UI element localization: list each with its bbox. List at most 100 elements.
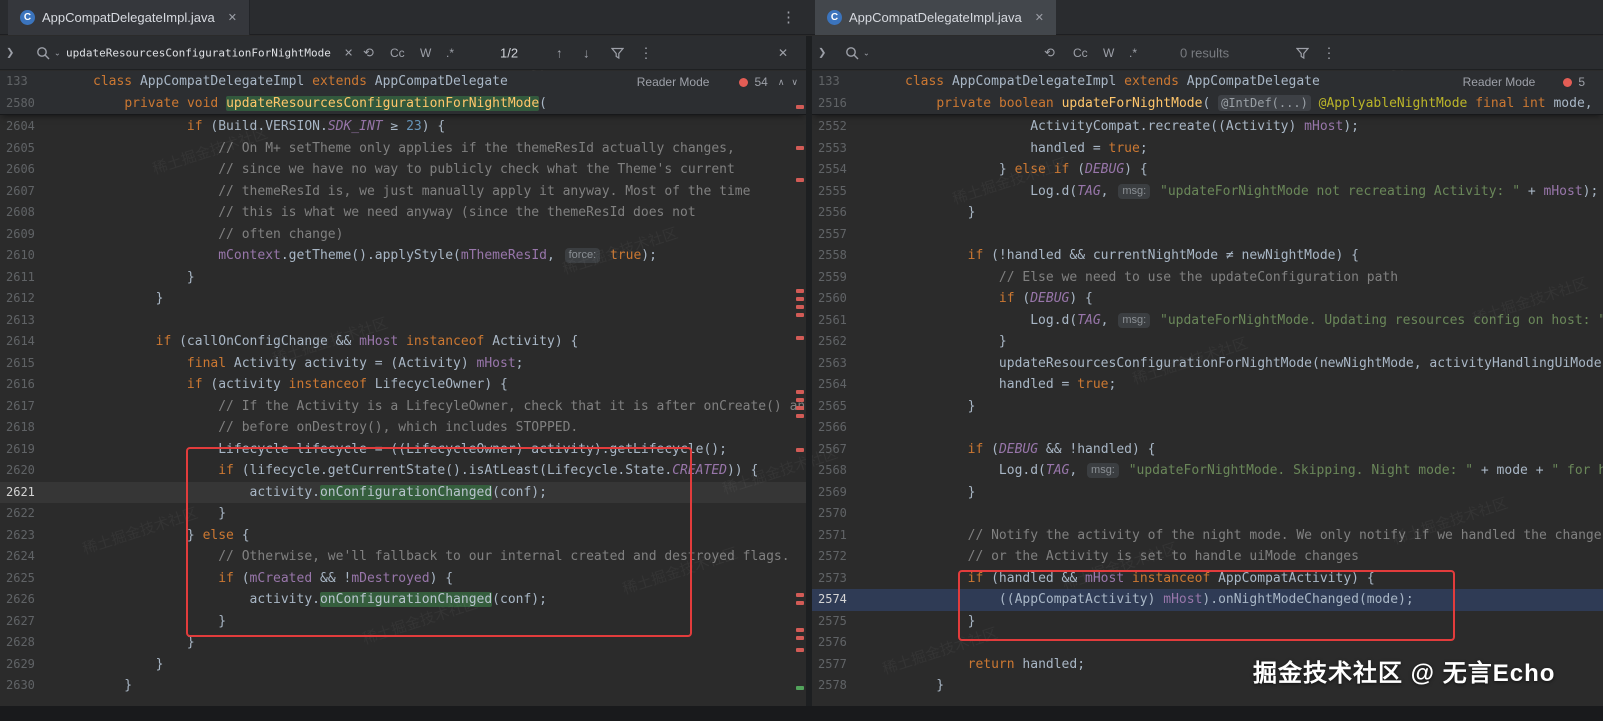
match-case-icon[interactable]: Cc	[1073, 46, 1088, 60]
error-indicator-icon[interactable]	[739, 78, 748, 87]
clear-search-icon[interactable]: ✕	[344, 46, 353, 59]
search-input[interactable]: updateResourcesConfigurationForNightMode	[66, 46, 331, 59]
stripe-mark[interactable]	[796, 336, 804, 340]
line-number[interactable]: 2569	[812, 482, 872, 504]
filter-icon[interactable]	[1296, 46, 1309, 59]
line-number[interactable]: 2620	[0, 460, 60, 482]
error-stripe[interactable]	[794, 71, 806, 721]
next-match-icon[interactable]: ↓	[583, 45, 590, 60]
code-line-2619[interactable]: 2619 Lifecycle lifecycle = ((LifecycleOw…	[0, 439, 806, 461]
code-line-2610[interactable]: 2610 mContext.getTheme().applyStyle(mThe…	[0, 245, 806, 267]
stripe-mark[interactable]	[796, 305, 804, 309]
line-number[interactable]: 133	[812, 71, 872, 93]
code-line-2568[interactable]: 2568 Log.d(TAG, msg: "updateForNightMode…	[812, 460, 1603, 482]
close-tab-icon[interactable]: ✕	[1035, 11, 1044, 24]
line-number[interactable]: 2610	[0, 245, 60, 267]
stripe-mark[interactable]	[796, 448, 804, 452]
line-number[interactable]: 2614	[0, 331, 60, 353]
next-problem-icon[interactable]: ∨	[791, 77, 798, 88]
stripe-mark[interactable]	[796, 390, 804, 394]
line-number[interactable]: 2571	[812, 525, 872, 547]
line-number[interactable]: 2572	[812, 546, 872, 568]
code-line-2617[interactable]: 2617 // If the Activity is a LifecyleOwn…	[0, 396, 806, 418]
tab-appcompatdelegateimpl-left[interactable]: C AppCompatDelegateImpl.java ✕	[8, 0, 250, 35]
code-line-2615[interactable]: 2615 final Activity activity = (Activity…	[0, 353, 806, 375]
code-line-2563[interactable]: 2563 updateResourcesConfigurationForNigh…	[812, 353, 1603, 375]
line-number[interactable]: 2617	[0, 396, 60, 418]
match-case-icon[interactable]: Cc	[390, 46, 405, 60]
line-number[interactable]: 2604	[0, 116, 60, 138]
pane-divider[interactable]	[806, 36, 812, 721]
stripe-mark[interactable]	[796, 105, 804, 109]
search-icon[interactable]	[845, 46, 859, 60]
code-line-2559[interactable]: 2559 // Else we need to use the updateCo…	[812, 267, 1603, 289]
code-line-2556[interactable]: 2556 }	[812, 202, 1603, 224]
code-area[interactable]: 2604 if (Build.VERSION.SDK_INT ≥ 23) {26…	[0, 115, 806, 697]
code-line-2571[interactable]: 2571 // Notify the activity of the night…	[812, 525, 1603, 547]
code-line-2606[interactable]: 2606 // since we have no way to publicly…	[0, 159, 806, 181]
stripe-mark[interactable]	[796, 289, 804, 293]
line-number[interactable]: 2607	[0, 181, 60, 203]
reader-mode-label[interactable]: Reader Mode	[1463, 75, 1536, 89]
search-options-icon[interactable]: ⋮	[639, 44, 653, 61]
line-number[interactable]: 2606	[0, 159, 60, 181]
line-number[interactable]: 2516	[812, 93, 872, 115]
line-number[interactable]: 2560	[812, 288, 872, 310]
cyclic-search-icon[interactable]: ⟲	[363, 45, 374, 61]
line-number[interactable]: 2563	[812, 353, 872, 375]
line-number[interactable]: 2605	[0, 138, 60, 160]
code-line-2565[interactable]: 2565 }	[812, 396, 1603, 418]
code-line-2621[interactable]: 2621 activity.onConfigurationChanged(con…	[0, 482, 806, 504]
code-line-2629[interactable]: 2629 }	[0, 654, 806, 676]
filter-icon[interactable]	[611, 46, 624, 59]
stripe-mark[interactable]	[796, 648, 804, 652]
line-number[interactable]: 2570	[812, 503, 872, 525]
line-number[interactable]: 2559	[812, 267, 872, 289]
code-line-2625[interactable]: 2625 if (mCreated && !mDestroyed) {	[0, 568, 806, 590]
regex-icon[interactable]: .*	[446, 46, 454, 60]
code-line-2561[interactable]: 2561 Log.d(TAG, msg: "updateForNightMode…	[812, 310, 1603, 332]
line-number[interactable]: 2553	[812, 138, 872, 160]
reader-mode-label[interactable]: Reader Mode	[637, 75, 710, 89]
code-line-2607[interactable]: 2607 // themeResId is, we just manually …	[0, 181, 806, 203]
line-number[interactable]: 2619	[0, 439, 60, 461]
code-line-2604[interactable]: 2604 if (Build.VERSION.SDK_INT ≥ 23) {	[0, 116, 806, 138]
stripe-mark[interactable]	[796, 313, 804, 317]
line-number[interactable]: 2616	[0, 374, 60, 396]
line-number[interactable]: 133	[0, 71, 60, 93]
cyclic-search-icon[interactable]: ⟲	[1044, 45, 1055, 61]
code-line-2558[interactable]: 2558 if (!handled && currentNightMode ≠ …	[812, 245, 1603, 267]
code-line-2580[interactable]: 2580 private void updateResourcesConfigu…	[0, 93, 806, 115]
line-number[interactable]: 2578	[812, 675, 872, 697]
code-line-2623[interactable]: 2623 } else {	[0, 525, 806, 547]
stripe-mark[interactable]	[796, 593, 804, 597]
code-line-2573[interactable]: 2573 if (handled && mHost instanceof App…	[812, 568, 1603, 590]
line-number[interactable]: 2575	[812, 611, 872, 633]
code-line-2575[interactable]: 2575 }	[812, 611, 1603, 633]
line-number[interactable]: 2608	[0, 202, 60, 224]
line-number[interactable]: 2576	[812, 632, 872, 654]
line-number[interactable]: 2621	[0, 482, 60, 504]
line-number[interactable]: 2609	[0, 224, 60, 246]
line-number[interactable]: 2618	[0, 417, 60, 439]
line-number[interactable]: 2612	[0, 288, 60, 310]
search-dropdown-icon[interactable]: ⌄	[863, 48, 870, 57]
code-line-2555[interactable]: 2555 Log.d(TAG, msg: "updateForNightMode…	[812, 181, 1603, 203]
code-line-2562[interactable]: 2562 }	[812, 331, 1603, 353]
line-number[interactable]: 2626	[0, 589, 60, 611]
code-line-2630[interactable]: 2630 }	[0, 675, 806, 697]
stripe-mark[interactable]	[796, 414, 804, 418]
line-number[interactable]: 2625	[0, 568, 60, 590]
code-line-2605[interactable]: 2605 // On M+ setTheme only applies if t…	[0, 138, 806, 160]
code-line-2613[interactable]: 2613	[0, 310, 806, 332]
search-options-icon[interactable]: ⋮	[1322, 44, 1336, 61]
code-line-2564[interactable]: 2564 handled = true;	[812, 374, 1603, 396]
line-number[interactable]: 2630	[0, 675, 60, 697]
line-number[interactable]: 2627	[0, 611, 60, 633]
prev-match-icon[interactable]: ↑	[556, 45, 563, 60]
line-number[interactable]: 2573	[812, 568, 872, 590]
code-line-2574[interactable]: 2574 ((AppCompatActivity) mHost).onNight…	[812, 589, 1603, 611]
code-line-2569[interactable]: 2569 }	[812, 482, 1603, 504]
line-number[interactable]: 2561	[812, 310, 872, 332]
more-actions-icon[interactable]: ⋮	[781, 8, 796, 26]
